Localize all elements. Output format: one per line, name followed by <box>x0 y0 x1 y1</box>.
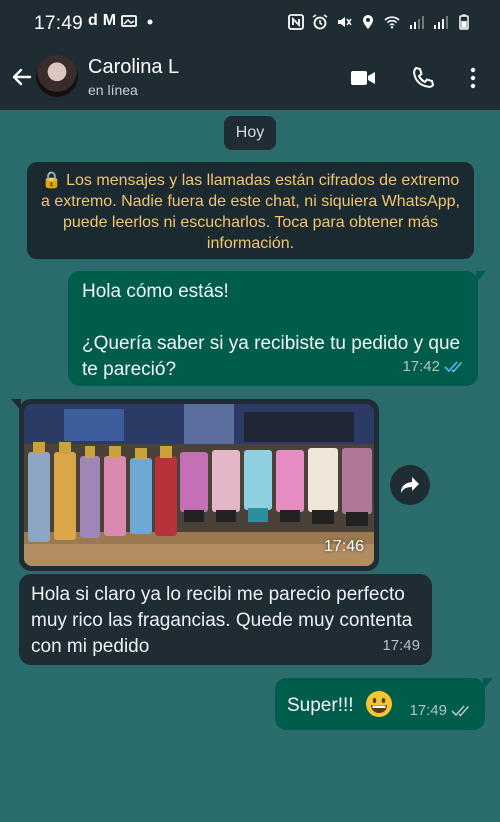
message-meta: 17:42 <box>402 354 466 380</box>
forward-icon <box>401 477 419 493</box>
incoming-message[interactable]: Hola si claro ya lo recibi me parecio pe… <box>19 574 432 665</box>
bubble-tail <box>483 678 493 690</box>
product-photo[interactable]: 17:46 <box>24 404 374 566</box>
message-time: 17:42 <box>402 358 440 375</box>
outgoing-message[interactable]: Super!!! 17:49 <box>275 678 493 730</box>
mute-icon <box>338 17 352 27</box>
message-time: 17:49 <box>409 702 447 719</box>
outgoing-message[interactable]: Hola cómo estás! ¿Quería saber si ya rec… <box>68 271 486 386</box>
signal-icon-2 <box>434 16 448 29</box>
message-meta: 17:49 <box>382 633 420 659</box>
message-text: Super!!! <box>287 695 354 716</box>
read-ticks-icon <box>444 361 463 373</box>
encryption-notice[interactable]: 🔒 Los mensajes y las llamadas están cifr… <box>27 162 474 259</box>
video-call-icon[interactable] <box>350 65 376 91</box>
incoming-image-message[interactable]: 17:46 <box>11 399 379 571</box>
battery-icon <box>459 14 469 30</box>
chat-header: Carolina L en línea <box>0 48 500 110</box>
bubble-tail <box>11 399 21 411</box>
nfc-icon <box>288 14 304 30</box>
message-line: Hola cómo estás! <box>82 281 229 302</box>
back-arrow-icon[interactable] <box>10 65 34 89</box>
message-text: Hola si claro ya lo recibi me parecio pe… <box>31 584 413 657</box>
more-notifications-dot-icon <box>147 19 153 25</box>
gmail-icon: M <box>102 12 117 29</box>
status-icon-d: d <box>88 12 98 29</box>
more-options-icon[interactable] <box>460 65 486 91</box>
status-bar: 17:49 d M <box>0 0 500 48</box>
contact-avatar[interactable] <box>36 55 78 97</box>
wifi-icon <box>384 16 400 29</box>
voice-call-icon[interactable] <box>410 65 436 91</box>
bubble-tail <box>476 271 486 283</box>
status-right-icons <box>288 14 472 30</box>
contact-status: en línea <box>88 82 138 98</box>
grinning-face-icon <box>365 691 392 717</box>
message-meta: 17:49 <box>409 698 473 724</box>
status-time: 17:49 <box>34 13 84 34</box>
date-separator: Hoy <box>224 116 276 150</box>
message-time: 17:49 <box>382 637 420 654</box>
message-line-empty <box>82 305 464 331</box>
message-time: 17:46 <box>323 538 364 555</box>
status-left-icons: d M <box>88 12 158 30</box>
forward-button[interactable] <box>390 465 430 505</box>
product-photo-illustration <box>24 404 374 566</box>
alarm-icon <box>312 14 328 30</box>
signal-icon-1 <box>410 16 424 29</box>
contact-name[interactable]: Carolina L <box>88 56 179 79</box>
location-icon <box>363 15 373 29</box>
delivered-ticks-icon <box>451 705 470 717</box>
photo-notification-icon <box>121 15 138 27</box>
